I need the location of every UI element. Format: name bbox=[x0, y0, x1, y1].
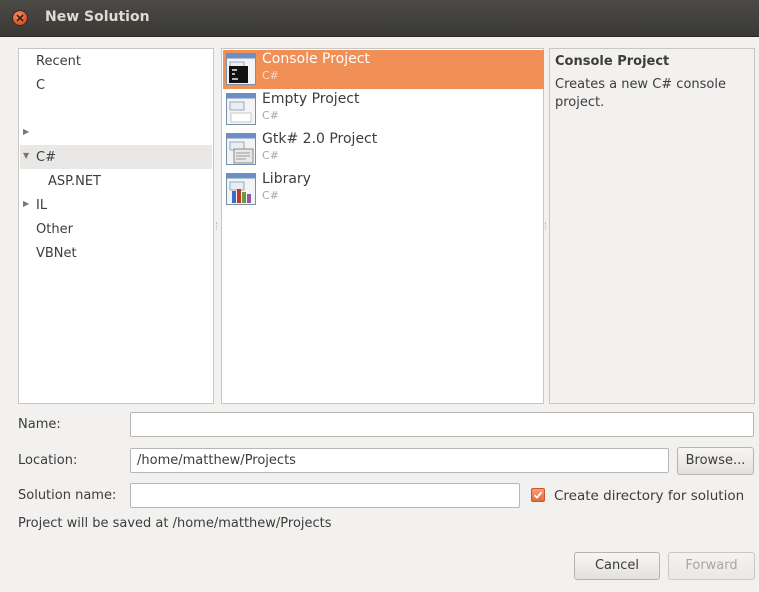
save-location-info: Project will be saved at /home/matthew/P… bbox=[18, 516, 332, 531]
pane-splitter[interactable] bbox=[545, 222, 548, 230]
name-input[interactable] bbox=[130, 412, 754, 437]
cancel-button[interactable]: Cancel bbox=[574, 552, 660, 580]
name-label: Name: bbox=[18, 417, 61, 432]
template-name: Gtk# 2.0 Project bbox=[262, 131, 378, 147]
expander-icon[interactable]: ▼ bbox=[23, 151, 29, 160]
solution-name-input[interactable] bbox=[130, 483, 520, 508]
template-name: Console Project bbox=[262, 51, 370, 67]
template-language: C# bbox=[262, 189, 279, 202]
location-input[interactable] bbox=[130, 448, 669, 473]
title-bar: New Solution bbox=[0, 0, 759, 37]
gtk-project-icon bbox=[226, 133, 256, 165]
forward-button[interactable]: Forward bbox=[668, 552, 755, 580]
category-item-il[interactable]: IL bbox=[36, 194, 47, 217]
category-tree[interactable]: ▶ ▼ ▶ Recent C C# ASP.NET IL Other VBNet bbox=[18, 48, 214, 404]
category-item-recent[interactable]: Recent bbox=[36, 50, 81, 73]
description-panel: Console Project Creates a new C# console… bbox=[549, 48, 755, 404]
expander-icon[interactable]: ▶ bbox=[23, 127, 29, 136]
close-icon[interactable] bbox=[13, 11, 27, 25]
template-language: C# bbox=[262, 69, 279, 82]
browse-button[interactable]: Browse... bbox=[677, 447, 754, 475]
category-item-c[interactable]: C bbox=[36, 74, 45, 97]
empty-project-icon bbox=[226, 93, 256, 125]
expander-icon[interactable]: ▶ bbox=[23, 199, 29, 208]
category-item-vbnet[interactable]: VBNet bbox=[36, 242, 77, 265]
template-language: C# bbox=[262, 149, 279, 162]
template-list[interactable]: Console Project C# Empty Project C# Gtk#… bbox=[221, 48, 544, 404]
pane-splitter[interactable] bbox=[216, 222, 219, 230]
window-title: New Solution bbox=[45, 9, 150, 25]
description-title: Console Project bbox=[555, 54, 670, 69]
category-item-aspnet[interactable]: ASP.NET bbox=[48, 170, 101, 193]
category-item-other[interactable]: Other bbox=[36, 218, 73, 241]
solution-name-label: Solution name: bbox=[18, 488, 117, 503]
template-item-gtk-project[interactable]: Gtk# 2.0 Project C# bbox=[223, 130, 544, 169]
location-label: Location: bbox=[18, 453, 78, 468]
template-item-library[interactable]: Library C# bbox=[223, 170, 544, 209]
console-project-icon bbox=[226, 53, 256, 85]
template-item-console-project[interactable]: Console Project C# bbox=[223, 50, 544, 89]
create-directory-checkbox[interactable] bbox=[531, 488, 545, 502]
template-language: C# bbox=[262, 109, 279, 122]
template-item-empty-project[interactable]: Empty Project C# bbox=[223, 90, 544, 129]
create-directory-label[interactable]: Create directory for solution bbox=[554, 488, 744, 504]
library-project-icon bbox=[226, 173, 256, 205]
description-text-line2: project. bbox=[555, 95, 605, 110]
description-text-line1: Creates a new C# console bbox=[555, 77, 726, 92]
category-item-csharp[interactable]: C# bbox=[36, 146, 56, 169]
checkmark-icon bbox=[533, 491, 543, 499]
template-name: Empty Project bbox=[262, 91, 360, 107]
template-name: Library bbox=[262, 171, 311, 187]
